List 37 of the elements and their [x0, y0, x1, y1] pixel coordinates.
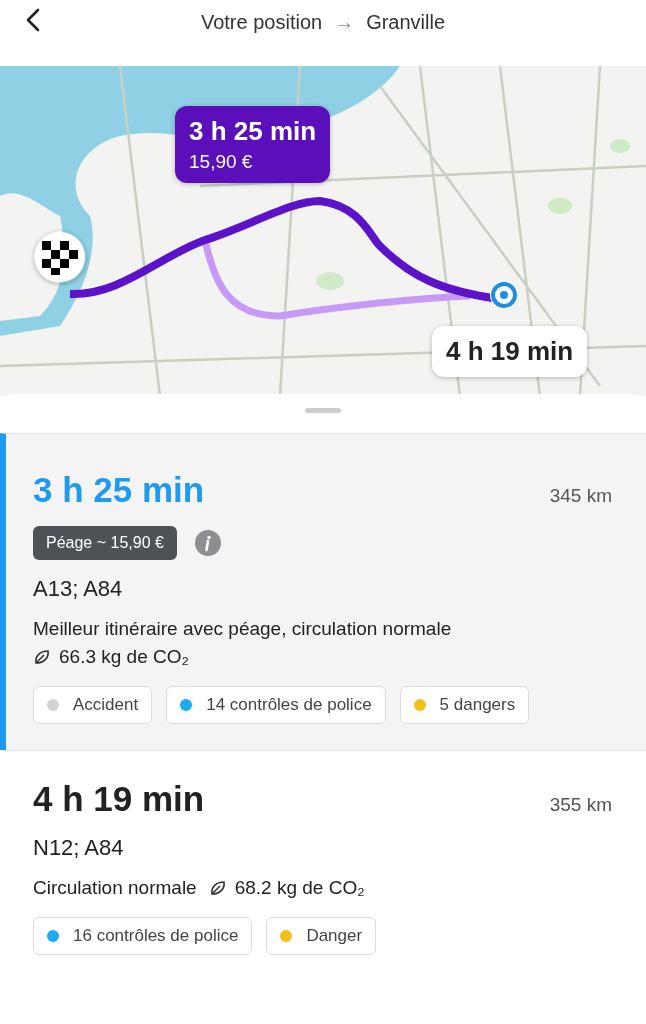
- co2-emissions: 66.3 kg de CO₂: [59, 646, 189, 668]
- co2-emissions: 68.2 kg de CO₂: [234, 877, 365, 899]
- tag-label: Accident: [73, 695, 139, 715]
- alert-tag[interactable]: 5 dangers: [399, 686, 530, 724]
- toll-badge: Péage ~ 15,90 €: [33, 526, 177, 560]
- route-duration: 4 h 19 min: [33, 779, 205, 819]
- tag-label: Danger: [306, 926, 363, 946]
- leaf-icon: [208, 879, 227, 897]
- drag-handle[interactable]: [305, 408, 341, 413]
- bubble-price: 15,90 €: [189, 151, 254, 173]
- route-distance: 345 km: [549, 485, 612, 507]
- route-roads: N12; A84: [33, 835, 125, 861]
- current-location-icon: [488, 279, 520, 311]
- leaf-icon: [33, 648, 51, 666]
- back-button[interactable]: [26, 8, 40, 32]
- destination-label: Granville: [366, 10, 446, 34]
- bubble-time: 3 h 25 min: [189, 116, 317, 147]
- alert-tag[interactable]: 16 contrôles de police: [33, 917, 253, 955]
- alert-tag[interactable]: 14 contrôles de police: [166, 686, 386, 724]
- alert-tag[interactable]: Accident: [33, 686, 153, 724]
- tag-label: 14 contrôles de police: [206, 695, 372, 715]
- route-time-bubble[interactable]: 3 h 25 min 15,90 €: [175, 106, 331, 183]
- bubble-time: 4 h 19 min: [446, 336, 574, 367]
- origin-label: Votre position: [200, 10, 323, 34]
- arrow-label: →: [334, 10, 355, 34]
- route-duration: 3 h 25 min: [33, 470, 205, 510]
- route-card[interactable]: 3 h 25 min 345 km Péage ~ 15,90 € A13; A84 Meilleur itinéraire avec péage, circulation normale 66.3 kg de CO₂ Accident 14 contrôles de police 5 dangers: [0, 433, 646, 750]
- route-distance: 355 km: [549, 794, 612, 816]
- tag-label: 5 dangers: [439, 695, 516, 715]
- tag-label: 16 contrôles de police: [73, 926, 239, 946]
- info-icon[interactable]: [194, 530, 221, 556]
- alert-tag[interactable]: Danger: [266, 917, 377, 955]
- route-roads: A13; A84: [33, 576, 124, 602]
- finish-flag-icon: [34, 231, 86, 283]
- route-description: Meilleur itinéraire avec péage, circulation normale: [33, 618, 452, 640]
- route-description: Circulation normale: [33, 877, 197, 899]
- route-time-bubble[interactable]: 4 h 19 min: [432, 326, 588, 377]
